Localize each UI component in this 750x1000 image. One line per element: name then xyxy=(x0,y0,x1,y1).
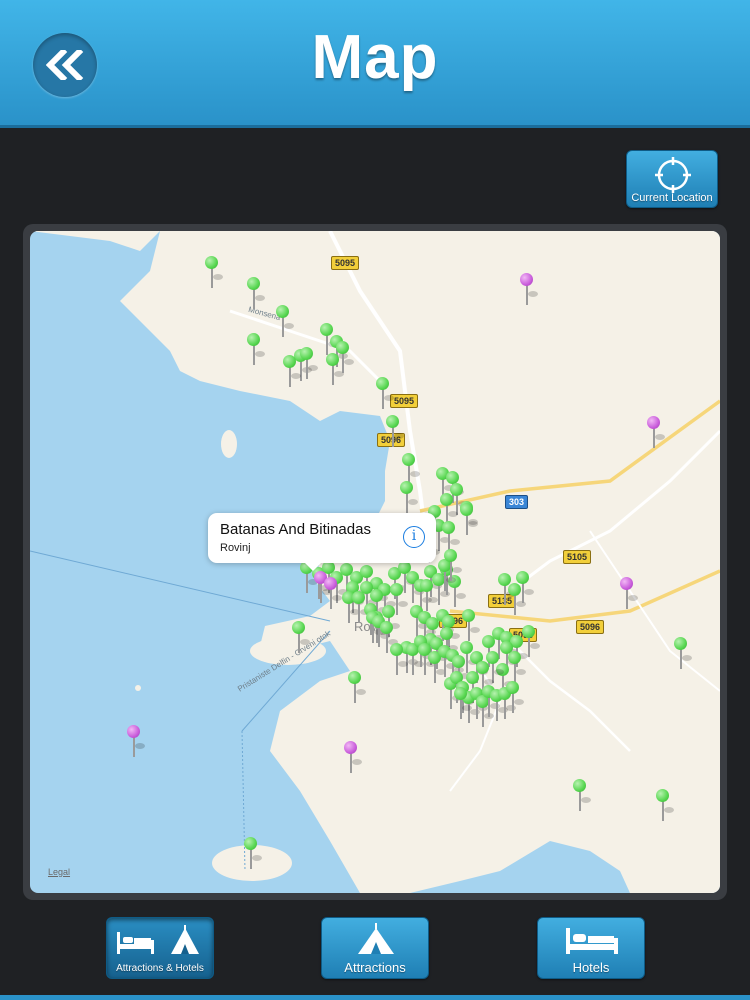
attraction-pin[interactable] xyxy=(674,637,692,671)
top-bar: Map xyxy=(0,0,750,128)
bed-icon xyxy=(566,928,618,954)
tab-label: Hotels xyxy=(572,960,610,975)
attraction-pin[interactable] xyxy=(348,671,366,705)
road-label: 5095 xyxy=(390,394,419,408)
hotel-pin[interactable] xyxy=(647,416,665,450)
attraction-pin[interactable] xyxy=(386,415,404,449)
page-title: Map xyxy=(311,23,439,92)
road-label: 5096 xyxy=(576,620,605,634)
attraction-pin[interactable] xyxy=(516,571,534,605)
attraction-pin[interactable] xyxy=(573,779,591,813)
attraction-pin[interactable] xyxy=(247,333,265,367)
road-label: 5095 xyxy=(331,256,360,270)
callout-subtitle: Rovinj xyxy=(220,542,251,554)
map-frame: Monsena Pristaniste Delfin - Crveni otok… xyxy=(23,224,727,900)
attraction-pin[interactable] xyxy=(376,377,394,411)
attraction-pin[interactable] xyxy=(462,609,480,643)
hotel-pin[interactable] xyxy=(520,273,538,307)
hotel-pin[interactable] xyxy=(127,725,145,759)
attraction-pin[interactable] xyxy=(444,549,462,583)
attraction-pin[interactable] xyxy=(336,341,354,375)
info-icon[interactable]: i xyxy=(403,526,425,548)
attraction-pin[interactable] xyxy=(454,687,472,721)
current-location-button[interactable]: Current Location xyxy=(626,150,718,208)
road-label: 5105 xyxy=(563,550,592,564)
attraction-pin[interactable] xyxy=(244,837,262,871)
hotel-pin[interactable] xyxy=(620,577,638,611)
legal-link[interactable]: Legal xyxy=(48,867,70,877)
tab-hotels[interactable]: Hotels xyxy=(537,917,645,979)
tab-label: Attractions xyxy=(344,960,406,975)
attraction-pin[interactable] xyxy=(460,503,478,537)
tab-label: Attractions & Hotels xyxy=(116,963,204,974)
bed-and-tent-icon xyxy=(117,925,199,954)
attraction-pin[interactable] xyxy=(300,347,318,381)
road-label: 303 xyxy=(505,495,529,509)
tab-attractions[interactable]: Attractions xyxy=(321,917,429,979)
attraction-pin[interactable] xyxy=(276,305,294,339)
current-location-label: Current Location xyxy=(631,192,713,204)
map-view[interactable]: Monsena Pristaniste Delfin - Crveni otok… xyxy=(30,231,720,893)
attraction-pin[interactable] xyxy=(247,277,265,311)
tent-icon xyxy=(358,923,394,954)
bottom-tab-bar: Attractions & Hotels Attractions Hotels xyxy=(0,904,750,1000)
attraction-pin[interactable] xyxy=(390,643,408,677)
attraction-pin[interactable] xyxy=(656,789,674,823)
hotel-pin[interactable] xyxy=(324,577,342,611)
hotel-pin[interactable] xyxy=(344,741,362,775)
callout-title: Batanas And Bitinadas xyxy=(220,521,371,538)
attraction-pin[interactable] xyxy=(400,481,418,515)
tab-attractions-hotels[interactable]: Attractions & Hotels xyxy=(106,917,214,979)
attraction-pin[interactable] xyxy=(508,651,526,685)
crosshair-icon xyxy=(655,157,691,193)
attraction-pin[interactable] xyxy=(506,681,524,715)
annotation-callout[interactable]: Batanas And Bitinadas Rovinj i xyxy=(208,513,436,571)
attraction-pin[interactable] xyxy=(205,256,223,290)
attraction-pin[interactable] xyxy=(522,625,540,659)
attraction-pin[interactable] xyxy=(292,621,310,655)
attraction-pin[interactable] xyxy=(283,355,301,389)
